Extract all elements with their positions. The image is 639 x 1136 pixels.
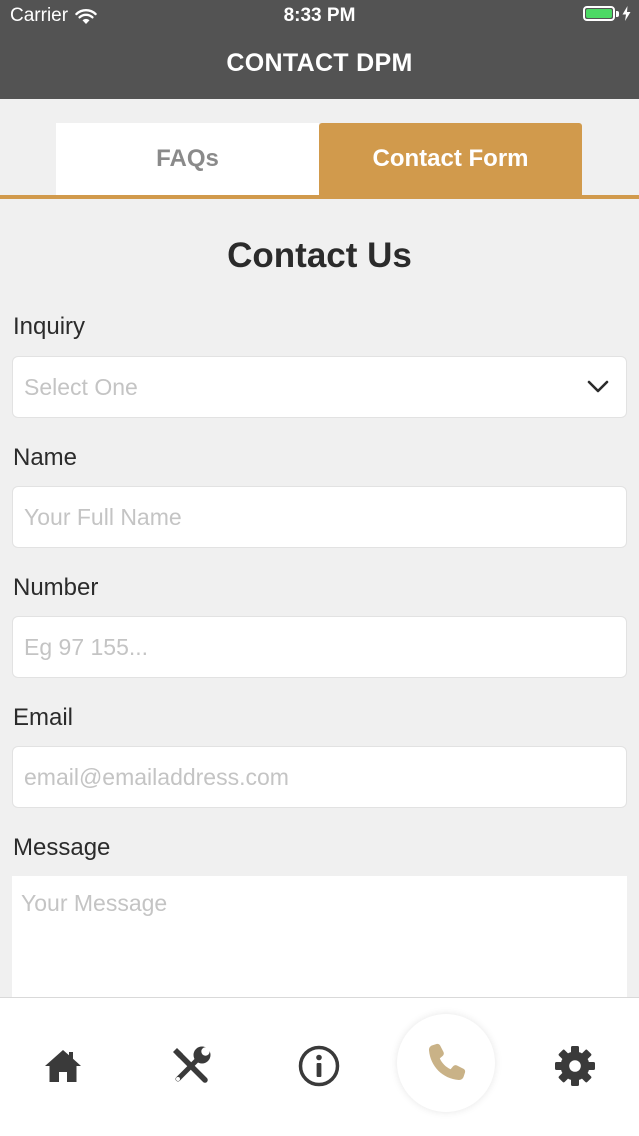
battery-tip: [616, 10, 619, 17]
phone-icon: [428, 1043, 466, 1081]
name-input[interactable]: [12, 486, 627, 548]
status-time: 8:33 PM: [283, 5, 356, 26]
charging-bolt-icon: [622, 6, 631, 21]
battery-icon: [583, 6, 615, 21]
message-label: Message: [13, 834, 111, 861]
nav-settings-button[interactable]: [547, 1038, 603, 1094]
tools-icon: [173, 1046, 211, 1083]
tab-contact-form[interactable]: Contact Form: [319, 123, 582, 195]
status-bar: Carrier 8:33 PM: [0, 0, 639, 34]
chevron-down-icon: [587, 380, 609, 393]
contact-form: Contact Us Inquiry Select One Name Numbe…: [0, 200, 639, 997]
nav-home-button[interactable]: [35, 1038, 91, 1094]
segment-tabs: FAQs Contact Form: [0, 99, 639, 200]
email-label: Email: [13, 704, 74, 731]
inquiry-select[interactable]: Select One: [12, 356, 627, 418]
bottom-nav: [0, 997, 639, 1136]
info-icon: [298, 1045, 340, 1087]
battery-indicator: [583, 6, 631, 21]
form-heading: Contact Us: [227, 236, 412, 275]
inquiry-selected-value: Select One: [24, 373, 138, 400]
number-label: Number: [13, 574, 99, 601]
message-textarea[interactable]: [12, 876, 627, 997]
tab-faqs[interactable]: FAQs: [56, 123, 319, 195]
gear-icon: [555, 1046, 595, 1086]
nav-info-button[interactable]: [291, 1038, 347, 1094]
battery-level: [586, 9, 612, 18]
app-header: Carrier 8:33 PM CONTACT DPM: [0, 0, 639, 99]
home-icon: [45, 1050, 81, 1082]
inquiry-label: Inquiry: [13, 313, 86, 340]
nav-tools-button[interactable]: [163, 1038, 219, 1094]
email-input[interactable]: [12, 746, 627, 808]
nav-call-button[interactable]: [397, 1014, 495, 1112]
page-title: CONTACT DPM: [226, 49, 413, 77]
number-input[interactable]: [12, 616, 627, 678]
name-label: Name: [13, 444, 78, 471]
tab-underline: [0, 195, 639, 199]
